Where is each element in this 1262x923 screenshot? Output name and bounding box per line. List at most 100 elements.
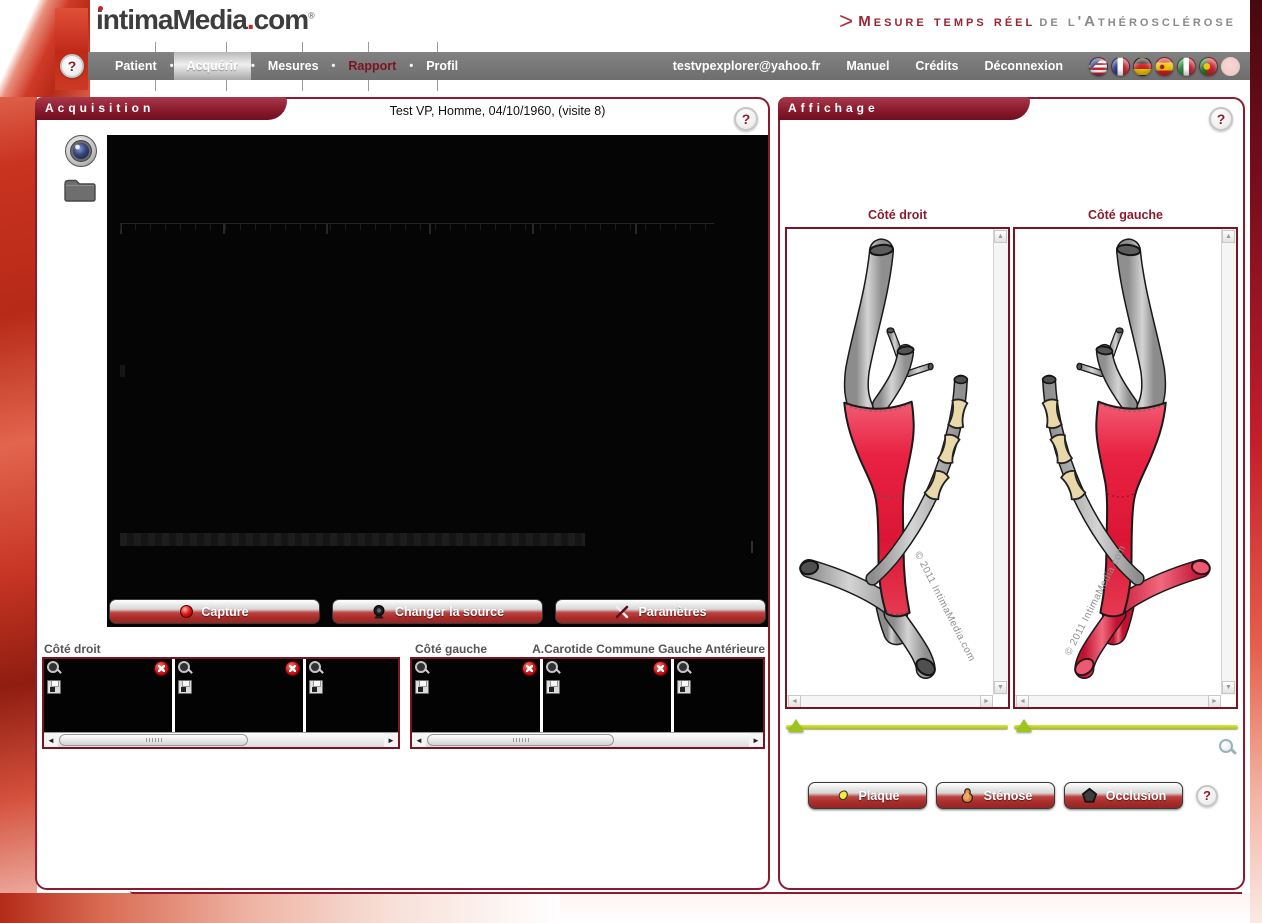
scroll-right-arrow[interactable] (749, 733, 763, 747)
nav-tick (226, 42, 227, 52)
delete-icon[interactable] (285, 661, 300, 676)
magnifier-icon[interactable] (546, 661, 561, 676)
webcam-source-icon[interactable] (63, 133, 99, 169)
plaque-button[interactable]: Plaque (808, 782, 927, 809)
flag-us-icon[interactable] (1089, 57, 1108, 76)
nav-item-patient[interactable]: Patient (102, 52, 170, 80)
logo: intimaMedia.com® (96, 4, 315, 36)
nav-link-credits[interactable]: Crédits (915, 59, 958, 73)
carotid-diagram-right: © 2011 IntimaMedia.com (785, 227, 1010, 709)
thumbnail-scrollbar (412, 732, 763, 747)
nav-tick (302, 80, 303, 91)
save-icon[interactable] (546, 680, 560, 694)
logo-dot-icon (98, 6, 103, 11)
scrollbar-track[interactable] (58, 733, 384, 747)
nav-tick (226, 80, 227, 91)
delete-icon[interactable] (653, 661, 668, 676)
save-icon[interactable] (677, 680, 691, 694)
scrollbar-thumb[interactable] (59, 734, 248, 746)
display-help-button[interactable]: ? (1209, 107, 1233, 131)
delete-icon[interactable] (154, 661, 169, 676)
scroll-down-arrow[interactable] (1222, 681, 1235, 694)
flag-pt-icon[interactable] (1199, 57, 1218, 76)
change-source-label: Changer la source (395, 605, 504, 619)
scroll-up-arrow[interactable] (1222, 230, 1235, 243)
nav-link-manuel[interactable]: Manuel (846, 59, 889, 73)
measure-site-label: A.Carotide Commune Gauche Antérieure (527, 642, 765, 656)
page: intimaMedia.com® > Mesure temps réel de … (0, 0, 1262, 923)
slider-track[interactable] (786, 725, 1008, 729)
occlusion-button[interactable]: Occlusion (1064, 782, 1183, 809)
vertical-scrollbar[interactable] (1221, 229, 1236, 695)
thumbnail[interactable] (412, 659, 540, 732)
nav-item-acquerir[interactable]: Acquérir (174, 52, 251, 80)
scroll-left-arrow[interactable] (1016, 695, 1029, 708)
thumbnail[interactable] (44, 659, 172, 732)
scroll-up-arrow[interactable] (994, 230, 1007, 243)
zoom-slider-left (1014, 720, 1238, 736)
scroll-right-arrow[interactable] (1208, 695, 1221, 708)
save-icon[interactable] (309, 680, 323, 694)
flag-es-icon[interactable] (1155, 57, 1174, 76)
acquisition-help-button[interactable]: ? (734, 107, 758, 131)
nav-tick (437, 42, 438, 52)
magnifier-icon[interactable] (415, 661, 430, 676)
flag-de-icon[interactable] (1133, 57, 1152, 76)
scroll-left-arrow[interactable] (44, 733, 58, 747)
nav-right: testvpexplorer@yahoo.fr Manuel Crédits D… (673, 57, 1240, 76)
carotid-diagram-left: © 2011 IntimaMedia.com (1013, 227, 1238, 709)
magnifier-icon[interactable] (47, 661, 62, 676)
magnifier-icon[interactable] (309, 661, 324, 676)
tagline: > Mesure temps réel de l'Athérosclérose (839, 8, 1236, 36)
logo-registered-mark: ® (308, 11, 315, 21)
folder-source-icon[interactable] (62, 175, 98, 203)
nav-link-deconnexion[interactable]: Déconnexion (985, 59, 1064, 73)
nav-item-mesures[interactable]: Mesures (255, 52, 332, 80)
thumbnail[interactable] (674, 659, 763, 732)
scroll-right-arrow[interactable] (384, 733, 398, 747)
vertical-scrollbar[interactable] (993, 229, 1008, 695)
thumbnail[interactable] (306, 659, 398, 732)
background-art-left (0, 0, 37, 923)
scroll-left-arrow[interactable] (788, 695, 801, 708)
horizontal-scrollbar[interactable] (1015, 695, 1221, 707)
nav-item-rapport[interactable]: Rapport (335, 52, 409, 80)
scroll-right-arrow[interactable] (980, 695, 993, 708)
stenose-button[interactable]: Sténose (936, 782, 1055, 809)
plaque-icon (836, 788, 851, 804)
logo-dot-text: . (247, 4, 254, 35)
record-dot-icon (180, 605, 193, 618)
save-icon[interactable] (415, 680, 429, 694)
flag-fr-icon[interactable] (1111, 57, 1130, 76)
thumbnail[interactable] (175, 659, 303, 732)
nav-item-profil[interactable]: Profil (413, 52, 471, 80)
legend-help-button[interactable]: ? (1196, 785, 1218, 807)
save-icon[interactable] (178, 680, 192, 694)
tagline-chevron-icon: > (839, 8, 853, 35)
nav-tick (437, 80, 438, 91)
scroll-down-arrow[interactable] (994, 681, 1007, 694)
settings-button[interactable]: Paramètres (555, 599, 766, 624)
capture-button[interactable]: Capture (109, 599, 320, 624)
change-source-button[interactable]: Changer la source (332, 599, 543, 624)
thumbnail[interactable] (543, 659, 671, 732)
horizontal-scrollbar[interactable] (787, 695, 993, 707)
scroll-left-arrow[interactable] (412, 733, 426, 747)
save-icon[interactable] (47, 680, 61, 694)
scrollbar-thumb[interactable] (427, 734, 614, 746)
delete-icon[interactable] (522, 661, 537, 676)
webcam-icon (371, 604, 387, 620)
nav-help-button[interactable]: ? (60, 54, 84, 78)
magnifier-icon[interactable] (178, 661, 193, 676)
nav-items: Patient • Acquérir • Mesures • Rapport •… (102, 52, 471, 80)
scrollbar-track[interactable] (426, 733, 749, 747)
magnifier-icon[interactable] (677, 661, 692, 676)
slider-track[interactable] (1014, 725, 1238, 729)
slider-handle[interactable] (788, 719, 804, 732)
flag-it-icon[interactable] (1177, 57, 1196, 76)
acquisition-panel: Acquisition Test VP, Homme, 04/10/1960, … (35, 97, 770, 890)
video-marker-right (751, 541, 753, 553)
slider-handle[interactable] (1016, 719, 1032, 732)
zoom-magnifier-icon[interactable] (1219, 739, 1237, 757)
tagline-primary: Mesure temps réel (858, 13, 1035, 30)
